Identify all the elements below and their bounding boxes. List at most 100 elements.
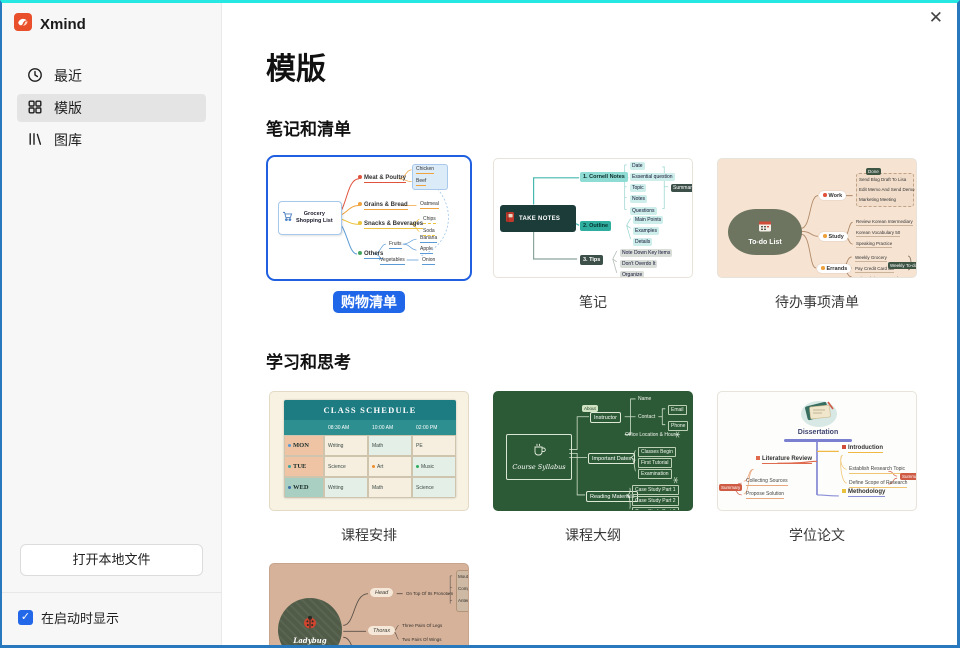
map-child: Case Study Part 3 [632, 507, 679, 511]
map-child: Notes [630, 195, 647, 203]
schedule-row-mon: MON Writing Math PE [284, 435, 456, 456]
schedule-row-tue: TUE Science Art Music [284, 456, 456, 477]
card-row-1: Grocery Shopping List Meat & Poultry Gra… [266, 155, 957, 312]
template-card-schedule[interactable]: CLASS SCHEDULE 08:30 AM 10:00 AM 02:00 P… [266, 388, 472, 514]
sidebar-item-templates[interactable]: 模版 [17, 94, 206, 122]
schedule-cell: Science [412, 477, 456, 498]
map-child: Compound Eyes [458, 586, 469, 591]
map-child: Send Blog Draft To Lisa [859, 177, 906, 182]
map-topic: Errands [817, 264, 851, 273]
template-card-todo[interactable]: To-do List Work Study Errands Done Send … [714, 155, 920, 281]
startup-row: ✓ 在启动时显示 [2, 593, 221, 645]
todo-central-label: To-do List [748, 239, 781, 246]
map-topic: Methodology [842, 489, 885, 495]
map-topic: Snacks & Beverages [358, 221, 423, 228]
template-label-schedule: 课程安排 [266, 525, 472, 545]
xmind-logo-icon [14, 13, 32, 36]
map-child: On Top Of Its Pronotum [406, 591, 453, 596]
template-card-notes[interactable]: TAKE NOTES 1. Cornell Notes 2. Outline 3… [490, 155, 696, 281]
card-row-3: Ladybug Head Thorax On Top Of Its Pronot… [266, 560, 957, 645]
map-child: Speaking Practice [856, 241, 892, 246]
schedule-cell: Music [412, 456, 456, 477]
map-child: Don't Overdo It [620, 260, 657, 268]
template-label-dissertation: 学位论文 [714, 525, 920, 545]
template-tile-schedule: CLASS SCHEDULE 08:30 AM 10:00 AM 02:00 P… [266, 388, 472, 545]
syllabus-thumbnail: Course Syllabus About Instructor Importa… [493, 391, 693, 511]
map-child: Define Scope of Research [849, 480, 907, 486]
template-label-notes: 笔记 [490, 292, 696, 312]
map-child: Organize [620, 271, 644, 278]
map-topic: Introduction [842, 445, 883, 451]
template-tile-grocery: Grocery Shopping List Meat & Poultry Gra… [266, 155, 472, 312]
grocery-thumbnail: Grocery Shopping List Meat & Poultry Gra… [269, 158, 469, 278]
main-panel: ✕ 模版 笔记和清单 [222, 3, 957, 645]
map-child: Contact [638, 414, 655, 420]
ladybug-central-label: Ladybug [293, 636, 326, 645]
open-local-file-button[interactable]: 打开本地文件 [20, 544, 203, 576]
map-tag: About [582, 405, 598, 412]
dissertation-thumbnail: Dissertation Literature Review Introduct… [717, 391, 917, 511]
template-card-syllabus[interactable]: Course Syllabus About Instructor Importa… [490, 388, 696, 514]
template-tile-syllabus: Course Syllabus About Instructor Importa… [490, 388, 696, 545]
map-tag: Weekly To-do [888, 262, 917, 269]
map-topic: Meat & Poultry [358, 175, 406, 182]
todo-thumbnail: To-do List Work Study Errands Done Send … [717, 158, 917, 278]
map-child: Soda [423, 229, 435, 235]
schedule-cell: PE [412, 435, 456, 456]
map-child: Examination [638, 469, 672, 479]
sidebar-item-library[interactable]: 图库 [17, 126, 206, 154]
map-child: Collecting Sources [746, 478, 788, 484]
notes-thumbnail: TAKE NOTES 1. Cornell Notes 2. Outline 3… [493, 158, 693, 278]
map-topic: 2. Outline [580, 221, 611, 231]
map-child: Three Pairs Of Legs [402, 623, 442, 628]
show-on-startup-checkbox[interactable]: ✓ [18, 610, 33, 625]
cart-icon [282, 209, 293, 227]
map-tag: Summary [900, 473, 917, 480]
schedule-row-wed: WED Writing Math Science [284, 477, 456, 498]
map-child: Two Pairs Of Wings [402, 637, 442, 642]
map-child: Name [638, 396, 651, 402]
sidebar-item-recent[interactable]: 最近 [17, 62, 206, 90]
map-topic: Study [819, 232, 848, 241]
coffee-cup-icon [532, 443, 546, 461]
sidebar-item-label: 模版 [54, 98, 82, 118]
map-child: Essential question [630, 173, 675, 181]
template-card-grocery[interactable]: Grocery Shopping List Meat & Poultry Gra… [266, 155, 472, 281]
syllabus-central-label: Course Syllabus [512, 463, 565, 471]
map-topic: 3. Tips [580, 255, 603, 265]
app-header: Xmind [2, 3, 221, 36]
dissertation-title-underline [784, 439, 852, 442]
map-child: Examples [633, 227, 659, 235]
map-child: Details [633, 238, 652, 246]
close-icon[interactable]: ✕ [929, 9, 943, 26]
map-child: Office Location & Hours [625, 432, 678, 438]
map-child: Banana [420, 236, 437, 242]
schedule-cell: Writing [324, 435, 368, 456]
template-card-dissertation[interactable]: Dissertation Literature Review Introduct… [714, 388, 920, 514]
map-topic: Instructor [590, 412, 621, 423]
template-tile-todo: To-do List Work Study Errands Done Send … [714, 155, 920, 312]
map-child: Fruits [389, 242, 402, 248]
map-child: Main Points [633, 216, 663, 224]
schedule-cell: Art [368, 456, 412, 477]
notes-central-node: TAKE NOTES [500, 205, 576, 232]
notebook-icon [505, 210, 515, 228]
map-child: Date [630, 162, 645, 170]
schedule-table: CLASS SCHEDULE 08:30 AM 10:00 AM 02:00 P… [284, 400, 456, 498]
page-title: 模版 [266, 44, 957, 88]
schedule-cell: Writing [324, 477, 368, 498]
sidebar-bottom: 打开本地文件 ✓ 在启动时显示 [2, 544, 221, 645]
map-child: Onion [422, 258, 435, 264]
map-topic: Literature Review [756, 456, 812, 462]
map-child: Oatmeal [420, 202, 439, 208]
sidebar-nav: 最近 模版 图库 [2, 62, 221, 154]
map-topic: Reading Materials [586, 491, 638, 502]
map-tag: Done [866, 168, 881, 175]
app-title: Xmind [40, 16, 86, 33]
map-child: Case Study Part 1 [632, 485, 679, 495]
dissertation-illustration [798, 396, 840, 433]
map-tag: Summary [671, 184, 693, 192]
show-on-startup-label: 在启动时显示 [41, 608, 119, 627]
template-card-ladybug[interactable]: Ladybug Head Thorax On Top Of Its Pronot… [266, 560, 472, 645]
clock-icon [27, 67, 43, 86]
